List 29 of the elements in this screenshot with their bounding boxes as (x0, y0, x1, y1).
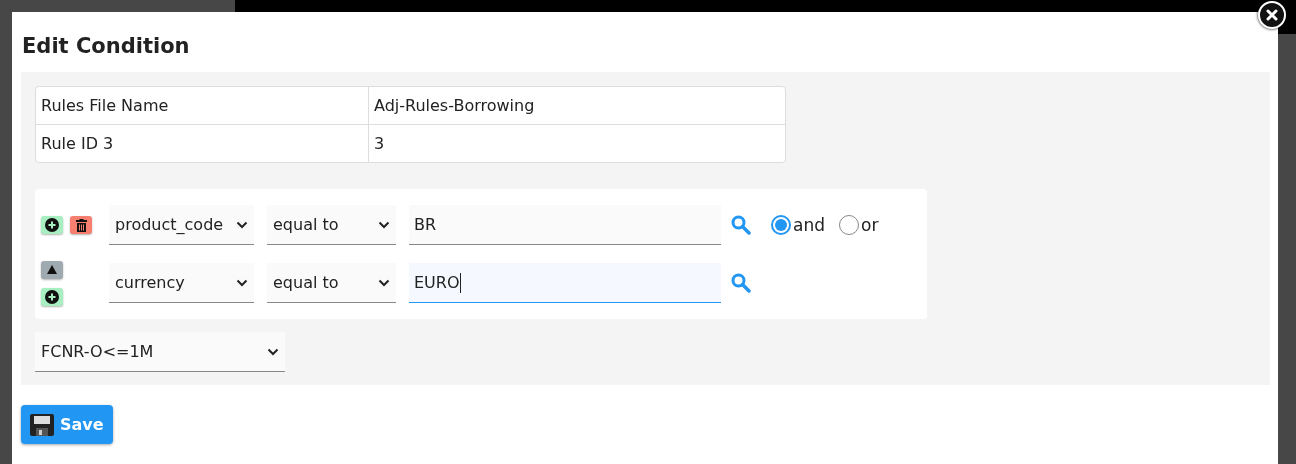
search-icon[interactable] (731, 215, 751, 235)
triangle-icon (47, 265, 57, 274)
chevron-icon (236, 220, 248, 229)
trash-icon (75, 218, 87, 232)
add-button[interactable] (41, 287, 63, 306)
chevron-icon (236, 278, 248, 287)
add-button[interactable] (41, 216, 63, 234)
move-up-button[interactable] (41, 260, 63, 279)
close-icon (1266, 9, 1278, 21)
plus-icon (45, 289, 59, 304)
search-icon[interactable] (731, 273, 751, 293)
chevron-icon (378, 278, 390, 287)
chevron-icon (267, 347, 279, 356)
table-cell: 3 (368, 125, 785, 162)
plus-icon (45, 218, 59, 232)
value-input[interactable]: EURO (409, 263, 721, 303)
table-cell-text: Rules File Name (40, 95, 170, 117)
radio-option[interactable]: and (771, 215, 825, 235)
value-input[interactable]: BR (409, 205, 721, 245)
operator-select[interactable]: equal to (267, 263, 396, 303)
dialog-title: Edit Condition (22, 34, 191, 58)
delete-button[interactable] (70, 216, 92, 234)
result-select[interactable]: FCNR-O<=1M (35, 332, 285, 372)
table-cell-text: Rule ID 3 (40, 133, 115, 155)
operator-select[interactable]: equal to (267, 205, 396, 245)
chevron-icon (378, 220, 390, 229)
table-cell: Adj-Rules-Borrowing (368, 87, 785, 124)
field-select[interactable]: currency (109, 263, 254, 303)
field-select[interactable]: product_code (109, 205, 254, 245)
